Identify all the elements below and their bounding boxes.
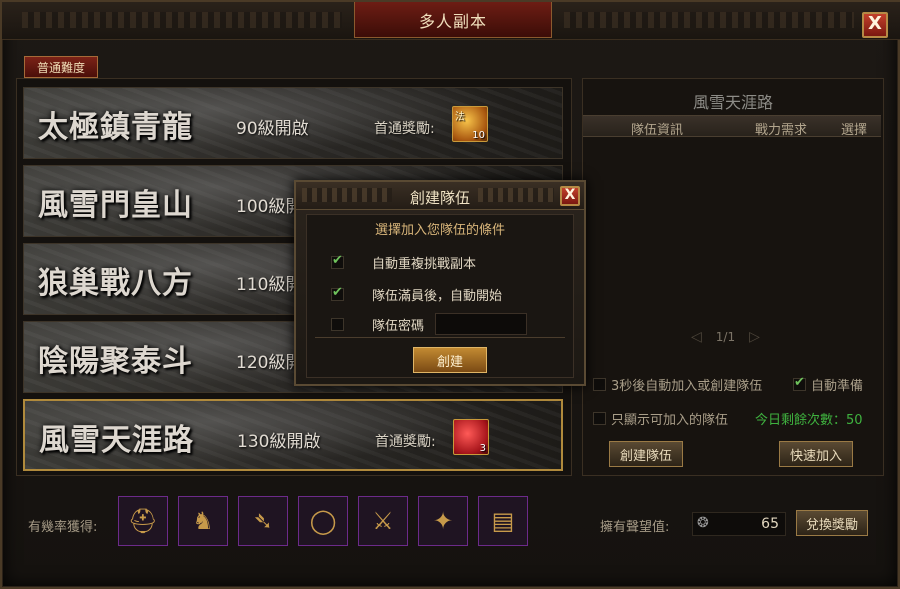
option-password[interactable]: 隊伍密碼	[331, 315, 424, 334]
page-indicator: 1/1	[715, 330, 736, 344]
option-full-start[interactable]: 隊伍滿員後，自動開始	[331, 285, 502, 304]
column-select: 選擇	[841, 123, 868, 138]
auto-ready-option[interactable]: 自動準備	[793, 375, 863, 394]
create-button[interactable]: 創建	[413, 347, 487, 373]
triangle-right-icon[interactable]: ▷	[749, 329, 760, 345]
dungeon-level: 120級開	[236, 353, 303, 373]
auto-ready-checkbox[interactable]	[793, 375, 806, 391]
close-button[interactable]: X	[862, 12, 888, 38]
dungeon-level: 110級開	[236, 275, 303, 295]
team-list-header: 隊伍資訊 戰力需求 選擇	[583, 115, 881, 138]
full-start-checkbox[interactable]	[331, 285, 344, 301]
auto-join-checkbox[interactable]	[593, 378, 606, 391]
create-team-button[interactable]: 創建隊伍	[609, 441, 683, 467]
pager: ◁ 1/1 ▷	[691, 329, 760, 345]
show-joinable-option[interactable]: 只顯示可加入的隊伍	[593, 409, 728, 428]
dungeon-name: 陰陽聚泰斗	[38, 344, 193, 379]
show-joinable-label: 只顯示可加入的隊伍	[611, 413, 729, 428]
dungeon-name: 狼巢戰八方	[38, 266, 193, 301]
team-panel: 風雪天涯路 隊伍資訊 戰力需求 選擇 ◁ 1/1 ▷ 3秒後自動加入或創建隊伍 …	[582, 78, 884, 476]
column-power-req: 戰力需求	[755, 123, 808, 138]
dialog-subtitle: 選擇加入您隊伍的條件	[374, 223, 505, 238]
password-label: 隊伍密碼	[372, 319, 425, 334]
reward-item-icon[interactable]: 3	[453, 419, 489, 455]
reward-tag: 法	[455, 112, 465, 123]
auto-ready-label: 自動準備	[811, 379, 864, 394]
dungeon-level: 130級開啟	[237, 432, 321, 452]
auto-repeat-label: 自動重複挑戰副本	[372, 257, 477, 272]
first-clear-reward-label: 首通獎勵:	[374, 121, 435, 137]
exchange-reward-button[interactable]: 兌換獎勵	[796, 510, 868, 536]
fret-ornament	[22, 12, 342, 28]
dialog-title-bar: 創建隊伍 X	[296, 182, 584, 210]
fan-icon[interactable]: ✦	[418, 496, 468, 546]
helmet-icon[interactable]: ⛑	[118, 496, 168, 546]
book-icon[interactable]: ▤	[478, 496, 528, 546]
fame-label: 擁有聲望值:	[600, 520, 670, 535]
remaining-count: 今日剩餘次數：50	[755, 413, 863, 428]
password-input[interactable]	[435, 313, 527, 335]
full-start-label: 隊伍滿員後，自動開始	[372, 289, 503, 304]
possible-drops-label: 有幾率獲得:	[28, 520, 98, 535]
reward-qty: 3	[479, 443, 486, 454]
fret-ornament	[564, 12, 854, 28]
dialog-body: 選擇加入您隊伍的條件 自動重複挑戰副本 隊伍滿員後，自動開始 隊伍密碼 創建	[306, 214, 574, 378]
dialog-title: 創建隊伍	[409, 189, 470, 207]
title-bar: 多人副本 X	[2, 2, 900, 40]
column-team-info: 隊伍資訊	[631, 123, 684, 138]
dungeon-item-fengxue-tianya[interactable]: 風雪天涯路 130級開啟 首通獎勵: 3	[23, 399, 563, 471]
mount-icon[interactable]: ♞	[178, 496, 228, 546]
auto-repeat-checkbox[interactable]	[331, 253, 344, 269]
team-panel-title: 風雪天涯路	[692, 93, 773, 112]
dungeon-name: 風雪天涯路	[39, 423, 194, 458]
dungeon-item-taiji[interactable]: 太極鎮青龍 90級開啟 首通獎勵: 法 10	[23, 87, 563, 159]
ring-icon[interactable]: ◯	[298, 496, 348, 546]
quick-join-button[interactable]: 快速加入	[779, 441, 853, 467]
multiplayer-dungeon-window: 多人副本 X 普通難度 太極鎮青龍 90級開啟 首通獎勵: 法 10 風雪門皇山…	[0, 0, 900, 589]
fame-display: ❂ 65	[692, 512, 786, 536]
sword-icon[interactable]: ⚔	[358, 496, 408, 546]
window-title: 多人副本	[354, 2, 552, 38]
create-team-dialog: 創建隊伍 X 選擇加入您隊伍的條件 自動重複挑戰副本 隊伍滿員後，自動開始 隊伍…	[294, 180, 586, 386]
password-checkbox[interactable]	[331, 318, 344, 331]
dungeon-level: 90級開啟	[236, 119, 309, 139]
dagger-icon[interactable]: ➴	[238, 496, 288, 546]
dungeon-name: 風雪門皇山	[38, 188, 193, 223]
triangle-left-icon[interactable]: ◁	[691, 329, 702, 345]
dialog-close-button[interactable]: X	[560, 186, 580, 206]
show-joinable-checkbox[interactable]	[593, 412, 606, 425]
reward-item-icon[interactable]: 法 10	[452, 106, 488, 142]
tab-normal-difficulty[interactable]: 普通難度	[24, 56, 98, 78]
reward-qty: 10	[472, 130, 485, 141]
first-clear-reward-label: 首通獎勵:	[375, 434, 436, 450]
dungeon-name: 太極鎮青龍	[38, 110, 193, 145]
option-auto-repeat[interactable]: 自動重複挑戰副本	[331, 253, 476, 272]
fame-icon: ❂	[697, 515, 709, 531]
auto-join-label: 3秒後自動加入或創建隊伍	[611, 379, 763, 394]
divider	[315, 337, 565, 338]
dungeon-level: 100級開	[236, 197, 303, 217]
auto-join-option[interactable]: 3秒後自動加入或創建隊伍	[593, 375, 762, 394]
fame-value: 65	[761, 516, 779, 532]
